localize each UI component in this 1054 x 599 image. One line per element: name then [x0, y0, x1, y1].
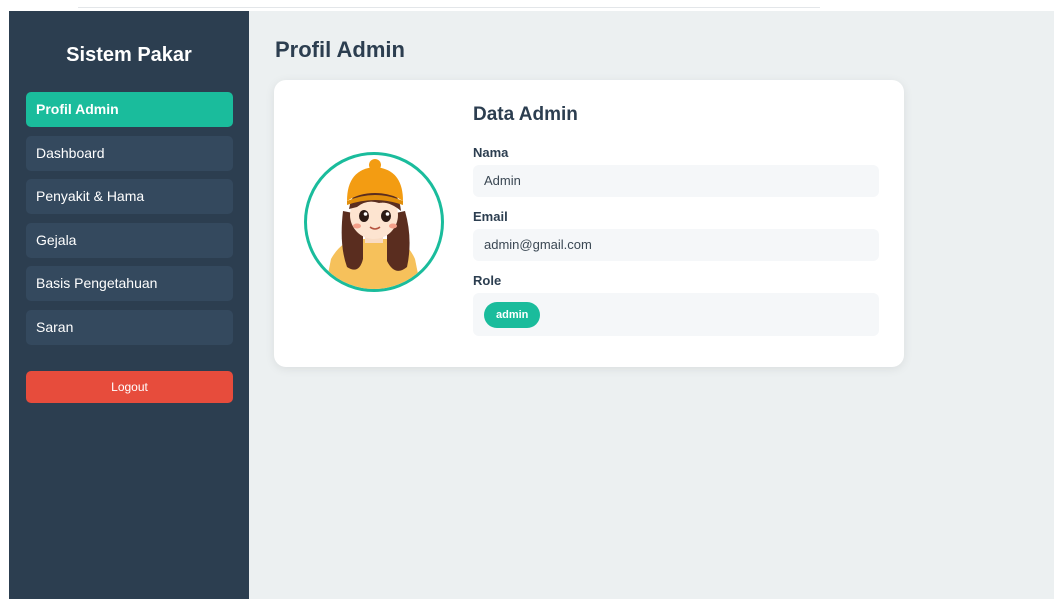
- sidebar-item-dashboard[interactable]: Dashboard: [26, 135, 233, 171]
- sidebar-item-profil-admin[interactable]: Profil Admin: [26, 92, 233, 127]
- app-window: Sistem Pakar Profil Admin Dashboard Peny…: [0, 0, 1054, 599]
- card-title: Data Admin: [473, 104, 578, 125]
- brand-title: Sistem Pakar: [66, 44, 192, 66]
- top-divider: [78, 7, 820, 8]
- page-title: Profil Admin: [275, 37, 405, 62]
- email-label: Email: [473, 209, 508, 224]
- nama-value: Admin: [473, 165, 879, 197]
- role-field: admin: [473, 293, 879, 336]
- avatar-illustration: [325, 159, 421, 289]
- nama-label: Nama: [473, 145, 509, 160]
- sidebar: Sistem Pakar Profil Admin Dashboard Peny…: [9, 11, 249, 599]
- profile-card: Data Admin Nama Admin Email admin@gmail.…: [274, 80, 904, 367]
- main-content: Profil Admin Data Admin Nama Admin Email…: [249, 11, 1054, 599]
- sidebar-item-gejala[interactable]: Gejala: [26, 222, 233, 258]
- sidebar-item-saran[interactable]: Saran: [26, 309, 233, 345]
- logout-button[interactable]: Logout: [26, 371, 233, 403]
- role-badge: admin: [484, 302, 541, 328]
- email-value: admin@gmail.com: [473, 229, 879, 261]
- sidebar-item-basis-pengetahuan[interactable]: Basis Pengetahuan: [26, 266, 233, 302]
- sidebar-item-penyakit-hama[interactable]: Penyakit & Hama: [26, 179, 233, 215]
- avatar: [304, 152, 444, 292]
- role-label: Role: [473, 273, 502, 288]
- admin-info: Data Admin Nama Admin Email admin@gmail.…: [473, 104, 879, 336]
- sidebar-nav: Profil Admin Dashboard Penyakit & Hama G…: [26, 92, 233, 354]
